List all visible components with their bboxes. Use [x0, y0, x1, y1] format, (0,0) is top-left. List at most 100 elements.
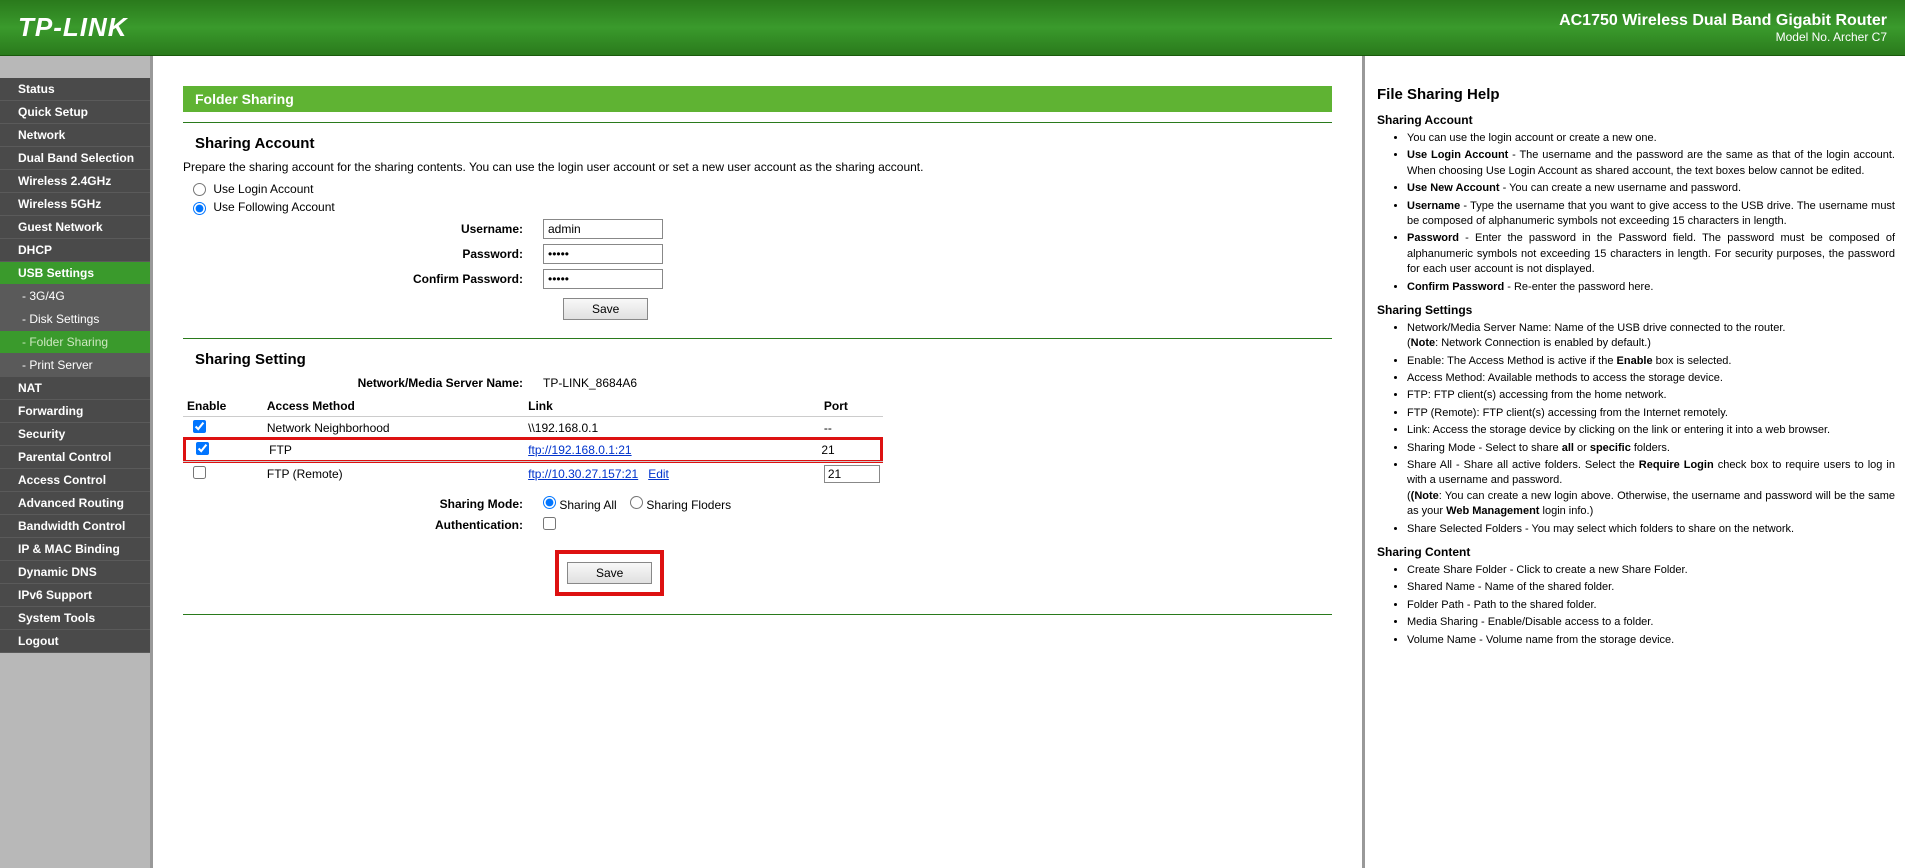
enable-checkbox[interactable]: [193, 466, 206, 479]
nav-item-system-tools[interactable]: System Tools: [0, 607, 150, 630]
main-content: Folder Sharing Sharing Account Prepare t…: [150, 56, 1365, 868]
th-enable: Enable: [183, 399, 267, 413]
help-item: Username - Type the username that you wa…: [1407, 199, 1895, 230]
help-item: Enable: The Access Method is active if t…: [1407, 354, 1895, 369]
port-input[interactable]: [824, 465, 880, 483]
method-cell: FTP: [269, 443, 528, 457]
help-item: Create Share Folder - Click to create a …: [1407, 563, 1895, 578]
nav-item-logout[interactable]: Logout: [0, 630, 150, 653]
nav-item-dhcp[interactable]: DHCP: [0, 239, 150, 262]
help-item: Password - Enter the password in the Pas…: [1407, 231, 1895, 277]
port-cell: 21: [821, 443, 880, 457]
header-bar: TP-LINK AC1750 Wireless Dual Band Gigabi…: [0, 0, 1905, 56]
save-setting-button[interactable]: Save: [567, 562, 652, 584]
help-item: Use Login Account - The username and the…: [1407, 148, 1895, 179]
table-row: FTPftp://192.168.0.1:21 21: [183, 437, 883, 463]
label-password: Password:: [183, 247, 543, 261]
nav-item-ip-mac-binding[interactable]: IP & MAC Binding: [0, 538, 150, 561]
nav-item-quick-setup[interactable]: Quick Setup: [0, 101, 150, 124]
table-row: Network Neighborhood\\192.168.0.1--: [183, 416, 883, 439]
nav-item-ipv6-support[interactable]: IPv6 Support: [0, 584, 150, 607]
nav-item--print-server[interactable]: - Print Server: [0, 354, 150, 377]
sidebar: StatusQuick SetupNetworkDual Band Select…: [0, 56, 150, 868]
divider: [183, 338, 1332, 339]
access-link[interactable]: ftp://10.30.27.157:21: [528, 467, 638, 481]
nav-item-usb-settings[interactable]: USB Settings: [0, 262, 150, 285]
username-input[interactable]: [543, 219, 663, 239]
section-sharing-account: Sharing Account: [195, 135, 1332, 152]
help-item: Folder Path - Path to the shared folder.: [1407, 598, 1895, 613]
nav-item--3g-4g[interactable]: - 3G/4G: [0, 285, 150, 308]
divider: [183, 122, 1332, 123]
nav-item-bandwidth-control[interactable]: Bandwidth Control: [0, 515, 150, 538]
help-title: File Sharing Help: [1377, 86, 1895, 103]
link-cell: \\192.168.0.1: [528, 421, 824, 435]
method-cell: FTP (Remote): [267, 467, 528, 481]
help-item: Share Selected Folders - You may select …: [1407, 522, 1895, 537]
nav-item-advanced-routing[interactable]: Advanced Routing: [0, 492, 150, 515]
radio-use-following[interactable]: [193, 202, 206, 215]
access-table: Enable Access Method Link Port Network N…: [183, 396, 883, 486]
radio-sharing-all[interactable]: [543, 496, 556, 509]
confirm-password-input[interactable]: [543, 269, 663, 289]
radio-use-login[interactable]: [193, 183, 206, 196]
th-method: Access Method: [267, 399, 528, 413]
label-sharing-all: Sharing All: [559, 498, 616, 512]
help-panel: File Sharing Help Sharing Account You ca…: [1365, 56, 1905, 868]
enable-checkbox[interactable]: [196, 442, 209, 455]
help-item: Shared Name - Name of the shared folder.: [1407, 580, 1895, 595]
nav-item-forwarding[interactable]: Forwarding: [0, 400, 150, 423]
help-item: Network/Media Server Name: Name of the U…: [1407, 321, 1895, 352]
help-content-heading: Sharing Content: [1377, 545, 1895, 559]
nav-item--disk-settings[interactable]: - Disk Settings: [0, 308, 150, 331]
nav-item-dual-band-selection[interactable]: Dual Band Selection: [0, 147, 150, 170]
help-item: Share All - Share all active folders. Se…: [1407, 458, 1895, 520]
help-item: Sharing Mode - Select to share all or sp…: [1407, 441, 1895, 456]
port-cell: --: [824, 421, 883, 435]
help-settings-heading: Sharing Settings: [1377, 303, 1895, 317]
product-name: AC1750 Wireless Dual Band Gigabit Router: [1559, 12, 1887, 30]
nav-item-status[interactable]: Status: [0, 78, 150, 101]
password-input[interactable]: [543, 244, 663, 264]
nav-item-network[interactable]: Network: [0, 124, 150, 147]
table-row: FTP (Remote)ftp://10.30.27.157:21 Edit: [183, 461, 883, 486]
label-confirm-password: Confirm Password:: [183, 272, 543, 286]
radio-sharing-folders[interactable]: [630, 496, 643, 509]
method-cell: Network Neighborhood: [267, 421, 528, 435]
page-title: Folder Sharing: [183, 86, 1332, 112]
checkbox-authentication[interactable]: [543, 517, 556, 530]
nav-item-wireless-5ghz[interactable]: Wireless 5GHz: [0, 193, 150, 216]
nav-item-access-control[interactable]: Access Control: [0, 469, 150, 492]
edit-link[interactable]: Edit: [648, 467, 669, 481]
label-server-name: Network/Media Server Name:: [183, 376, 543, 390]
nav-item-parental-control[interactable]: Parental Control: [0, 446, 150, 469]
nav-item-wireless-2-4ghz[interactable]: Wireless 2.4GHz: [0, 170, 150, 193]
help-account-heading: Sharing Account: [1377, 113, 1895, 127]
enable-checkbox[interactable]: [193, 420, 206, 433]
nav-item-security[interactable]: Security: [0, 423, 150, 446]
help-item: Volume Name - Volume name from the stora…: [1407, 633, 1895, 648]
save-highlight: Save: [555, 550, 664, 596]
help-item: Confirm Password - Re-enter the password…: [1407, 280, 1895, 295]
label-authentication: Authentication:: [183, 518, 543, 532]
label-sharing-folders: Sharing Floders: [646, 498, 731, 512]
help-item: Use New Account - You can create a new u…: [1407, 181, 1895, 196]
nav-item-guest-network[interactable]: Guest Network: [0, 216, 150, 239]
nav-item--folder-sharing[interactable]: - Folder Sharing: [0, 331, 150, 354]
label-use-following: Use Following Account: [213, 200, 334, 214]
help-item: Media Sharing - Enable/Disable access to…: [1407, 615, 1895, 630]
help-item: Link: Access the storage device by click…: [1407, 423, 1895, 438]
table-header: Enable Access Method Link Port: [183, 396, 883, 416]
account-hint: Prepare the sharing account for the shar…: [183, 160, 1332, 174]
nav-item-nat[interactable]: NAT: [0, 377, 150, 400]
access-link[interactable]: ftp://192.168.0.1:21: [528, 443, 631, 457]
th-port: Port: [824, 399, 883, 413]
save-account-button[interactable]: Save: [563, 298, 648, 320]
header-right: AC1750 Wireless Dual Band Gigabit Router…: [1559, 12, 1887, 44]
section-sharing-setting: Sharing Setting: [195, 351, 1332, 368]
model-number: Model No. Archer C7: [1559, 30, 1887, 44]
help-item: FTP: FTP client(s) accessing from the ho…: [1407, 388, 1895, 403]
nav-item-dynamic-dns[interactable]: Dynamic DNS: [0, 561, 150, 584]
server-name-value: TP-LINK_8684A6: [543, 376, 637, 390]
th-link: Link: [528, 399, 824, 413]
